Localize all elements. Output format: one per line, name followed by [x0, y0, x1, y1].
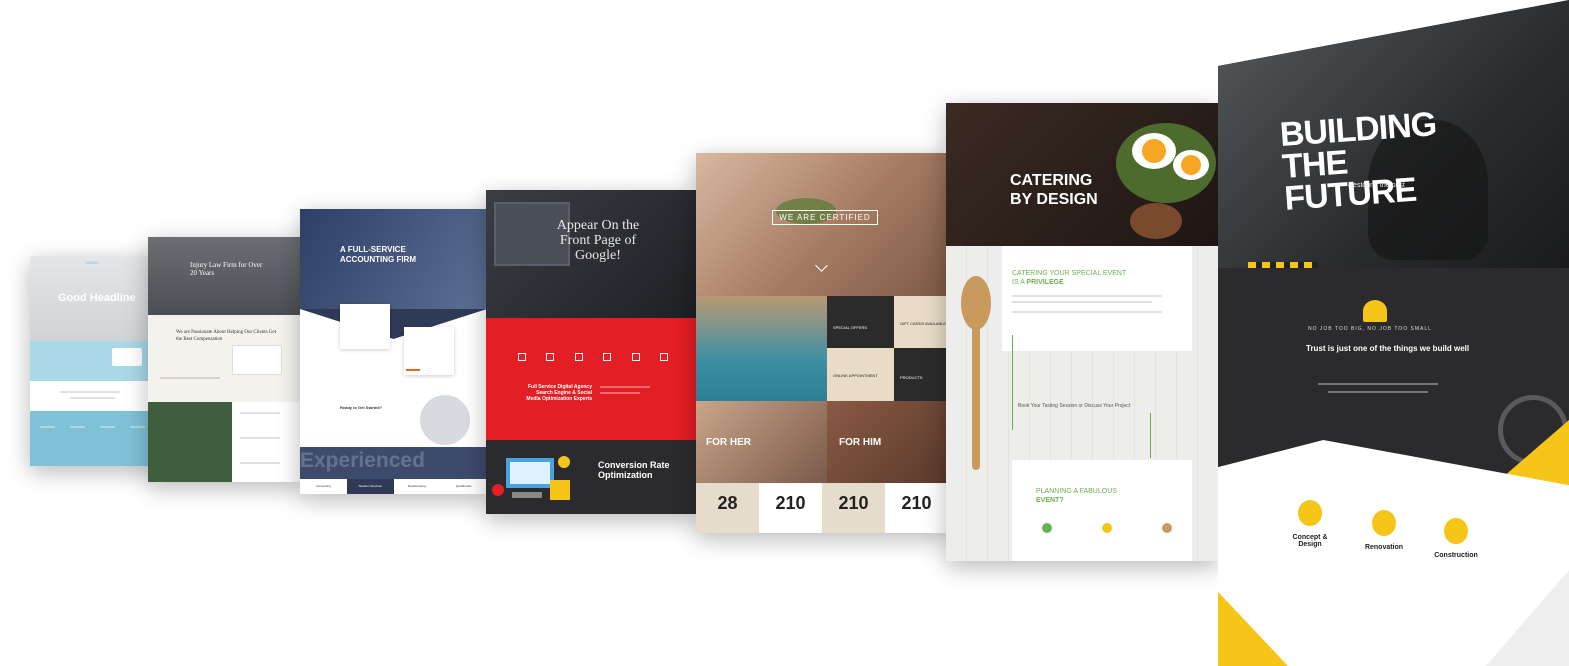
template-card-headline[interactable]: LOGO Good Headline	[30, 256, 155, 466]
template-card-catering[interactable]: CATERING BY DESIGN CATERING YOUR SPECIAL…	[946, 103, 1218, 561]
law-subhead: We are Passionate About Helping Our Clie…	[176, 330, 276, 342]
seo-title: Appear On the Front Page of Google!	[556, 218, 640, 263]
seo-agency: Full Service Digital Agency Search Engin…	[526, 384, 592, 402]
accounting-watermark: Experienced	[300, 449, 425, 472]
law-title: Injury Law Firm for Over 20 Years	[190, 261, 263, 277]
construction-tagline: NO JOB TOO BIG, NO JOB TOO SMALL	[1308, 326, 1432, 332]
tile-gift-cards[interactable]: GIFT CARDS AVAILABLE	[900, 321, 946, 326]
service-concept[interactable]: Concept & Design	[1280, 500, 1340, 590]
catering-planning: PLANNING A FABULOUS EVENT?	[1036, 488, 1117, 504]
drill-icon	[1372, 510, 1396, 536]
logo: LOGO	[86, 260, 98, 265]
service-label: Concept & Design	[1292, 534, 1328, 548]
service-renovation[interactable]: Renovation	[1354, 510, 1414, 600]
template-card-spa[interactable]: WE ARE CERTIFIED SPECIAL OFFERS GIFT CAR…	[696, 153, 948, 533]
tile-special-offers[interactable]: SPECIAL OFFERS	[833, 325, 867, 330]
catering-special: CATERING YOUR SPECIAL EVENT IS A PRIVILE…	[1012, 270, 1127, 286]
construction-title: BUILDING THE FUTURE	[1278, 105, 1438, 218]
page-headline: Good Headline	[58, 292, 136, 304]
stat-value: 210	[775, 493, 806, 513]
wooden-spoon	[958, 275, 994, 475]
template-card-construction[interactable]: BUILDING THE FUTURE Restoring the past N…	[1218, 0, 1569, 666]
template-card-accounting[interactable]: A FULL-SERVICE ACCOUNTING FIRM Ready to …	[300, 209, 487, 494]
construction-trust: Trust is just one of the things we build…	[1306, 344, 1470, 353]
tab-bookkeeping[interactable]: Bookkeeping	[394, 479, 441, 494]
blueprint-icon	[1298, 500, 1322, 526]
accounting-cta: Ready to Get Started?	[340, 405, 383, 410]
seo-illustration	[490, 452, 582, 506]
stat-value: 210	[901, 493, 932, 513]
stat-value: 210	[838, 493, 869, 513]
tile-online-appointment[interactable]: ONLINE APPOINTMENT	[833, 373, 878, 378]
party-icon	[1042, 523, 1052, 533]
egg-illustration	[1096, 103, 1218, 246]
seo-conversion: Conversion Rate Optimization	[598, 460, 670, 480]
stat-value: 28	[717, 493, 738, 513]
service-label: Construction	[1434, 552, 1478, 559]
tab-accounting[interactable]: Accounting	[300, 479, 347, 494]
service-tabs: Accounting Taxation Services Bookkeeping…	[300, 479, 487, 494]
helmet-icon	[1363, 300, 1387, 322]
burger-icon	[1162, 523, 1172, 533]
stats-row: 28 210 210 210	[696, 483, 948, 533]
template-card-law[interactable]: Injury Law Firm for Over 20 Years We are…	[148, 237, 300, 482]
accounting-title: A FULL-SERVICE ACCOUNTING FIRM	[340, 245, 416, 264]
champagne-icon	[1102, 523, 1112, 533]
tab-taxation[interactable]: Taxation Services	[346, 479, 394, 494]
catering-book[interactable]: Book Your Tasting Session or Discuss You…	[1018, 403, 1130, 409]
for-her-label: FOR HER	[706, 437, 751, 448]
catering-title: CATERING BY DESIGN	[1010, 172, 1098, 208]
construction-subtitle: Restoring the past	[1348, 182, 1405, 189]
template-card-seo[interactable]: Appear On the Front Page of Google! Full…	[486, 190, 696, 514]
tab-quickbooks[interactable]: Quickbooks	[440, 479, 487, 494]
service-label: Renovation	[1364, 544, 1404, 551]
for-him-label: FOR HIM	[839, 437, 882, 448]
toolbox-icon	[1444, 518, 1468, 544]
certified-badge: WE ARE CERTIFIED	[772, 210, 878, 225]
service-construction[interactable]: Construction	[1426, 518, 1486, 608]
tile-products[interactable]: PRODUCTS	[900, 375, 922, 380]
